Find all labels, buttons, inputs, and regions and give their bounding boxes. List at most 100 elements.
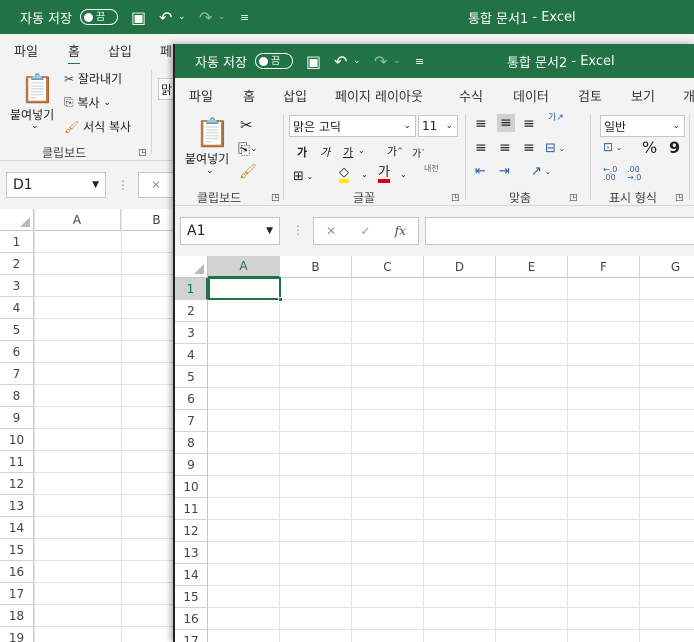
redo-dropdown-icon[interactable]: ⌄ <box>218 0 226 34</box>
row-header[interactable]: 6 <box>175 388 208 410</box>
font-name-select[interactable]: 맑은 고딕 ⌄ <box>289 115 416 137</box>
tab-file[interactable]: 파일 <box>14 41 38 60</box>
row-header[interactable]: 3 <box>0 275 34 297</box>
row-header[interactable]: 13 <box>0 495 34 517</box>
row-header[interactable]: 15 <box>175 586 208 608</box>
autosave-toggle[interactable]: 끔 <box>80 0 118 34</box>
insert-function-icon[interactable]: fx <box>395 224 406 238</box>
font-size-select[interactable]: 11 ⌄ <box>418 115 458 137</box>
row-header[interactable]: 4 <box>0 297 34 319</box>
select-all-corner[interactable] <box>175 256 208 278</box>
row-header[interactable]: 12 <box>175 520 208 542</box>
merge-center-icon[interactable]: ⊟ ⌄ <box>545 141 565 156</box>
tab-review[interactable]: 검토 <box>578 86 602 105</box>
clipboard-launcher-icon[interactable]: ◳ <box>271 193 280 203</box>
tab-page-layout[interactable]: 페 <box>160 41 172 60</box>
paste-dropdown-icon[interactable]: ⌄ <box>206 166 214 176</box>
row-header[interactable]: 16 <box>0 561 34 583</box>
paste-icon[interactable]: 📋 <box>20 72 55 105</box>
enter-icon[interactable]: ✓ <box>360 224 370 238</box>
underline-dropdown-icon[interactable]: ⌄ <box>358 146 365 155</box>
fill-color-icon[interactable]: ◇ <box>339 166 349 183</box>
tab-formulas[interactable]: 수식 <box>459 86 483 105</box>
tab-data[interactable]: 데이터 <box>513 86 549 105</box>
row-header[interactable]: 6 <box>0 341 34 363</box>
copy-icon[interactable]: ⎘ ⌄ <box>238 140 258 158</box>
row-header[interactable]: 11 <box>175 498 208 520</box>
redo-dropdown-icon[interactable]: ⌄ <box>393 44 401 78</box>
paste-dropdown-icon[interactable]: ⌄ <box>31 121 39 131</box>
tab-home[interactable]: 홈 <box>243 86 255 111</box>
select-all-corner[interactable] <box>0 209 34 231</box>
row-header[interactable]: 7 <box>0 363 34 385</box>
scissors-icon[interactable]: ✂ <box>240 116 253 134</box>
row-header[interactable]: 7 <box>175 410 208 432</box>
name-box[interactable]: D1 ▼ <box>6 172 106 198</box>
row-header[interactable]: 12 <box>0 473 34 495</box>
row-header[interactable]: 8 <box>0 385 34 407</box>
front-worksheet-grid[interactable]: ABCDEFG 1 2 3 4 5 6 7 8 9 10 11 12 13 14 15 16 17 <box>175 256 694 642</box>
tab-insert[interactable]: 삽입 <box>283 86 307 105</box>
undo-icon[interactable]: ↶ <box>159 0 172 34</box>
column-header[interactable]: E <box>496 256 568 278</box>
column-header[interactable]: C <box>352 256 424 278</box>
align-center-icon[interactable]: ≡ <box>499 140 511 156</box>
increase-decimal-icon[interactable]: ←.0.00 <box>603 166 617 182</box>
name-box[interactable]: A1 ▼ <box>180 217 280 245</box>
number-launcher-icon[interactable]: ◳ <box>675 193 684 203</box>
align-bottom-icon[interactable]: ≡ <box>523 116 535 132</box>
font-launcher-icon[interactable]: ◳ <box>451 193 460 203</box>
customize-toolbar-icon[interactable]: ≡ <box>240 0 249 34</box>
row-header[interactable]: 4 <box>175 344 208 366</box>
row-header[interactable]: 1 <box>0 231 34 253</box>
redo-icon[interactable]: ↷ <box>199 0 212 34</box>
paste-icon[interactable]: 📋 <box>195 116 230 149</box>
row-header[interactable]: 9 <box>0 407 34 429</box>
row-header[interactable]: 14 <box>0 517 34 539</box>
paintbrush-icon[interactable]: 🖌 <box>239 164 257 180</box>
row-header[interactable]: 5 <box>0 319 34 341</box>
column-header[interactable]: F <box>568 256 640 278</box>
row-header[interactable]: 1 <box>175 278 208 300</box>
clipboard-launcher-icon[interactable]: ◳ <box>138 148 147 158</box>
tab-view[interactable]: 보기 <box>631 86 655 105</box>
customize-toolbar-icon[interactable]: ≡ <box>415 44 424 78</box>
tab-home[interactable]: 홈 <box>68 41 80 66</box>
italic-button[interactable]: 가 <box>320 144 330 160</box>
underline-button[interactable]: 가 <box>343 144 353 160</box>
undo-dropdown-icon[interactable]: ⌄ <box>353 44 361 78</box>
align-right-icon[interactable]: ≡ <box>523 140 535 156</box>
undo-icon[interactable]: ↶ <box>334 44 347 78</box>
row-header[interactable]: 17 <box>175 630 208 642</box>
align-left-icon[interactable]: ≡ <box>475 140 487 156</box>
format-painter-button[interactable]: 🖌 서식 복사 <box>64 118 131 135</box>
row-header[interactable]: 13 <box>175 542 208 564</box>
phonetic-guide-icon[interactable]: 내천 <box>424 164 439 173</box>
column-header[interactable]: G <box>640 256 694 278</box>
tab-file[interactable]: 파일 <box>189 86 213 105</box>
row-header[interactable]: 9 <box>175 454 208 476</box>
tab-page-layout[interactable]: 페이지 레이아웃 <box>335 86 423 105</box>
font-color-dropdown-icon[interactable]: ⌄ <box>400 170 407 179</box>
row-header[interactable]: 8 <box>175 432 208 454</box>
orientation-dropdown-icon[interactable]: ↗ ⌄ <box>531 164 551 179</box>
decrease-decimal-icon[interactable]: .00 →.0 <box>627 166 641 182</box>
autosave-toggle[interactable]: 끔 <box>255 44 293 78</box>
percent-button[interactable]: % <box>642 138 657 157</box>
row-header[interactable]: 17 <box>0 583 34 605</box>
row-header[interactable]: 16 <box>175 608 208 630</box>
row-header[interactable]: 2 <box>175 300 208 322</box>
formula-input[interactable] <box>425 217 694 245</box>
font-color-icon[interactable]: 가 <box>378 166 390 183</box>
column-header[interactable]: A <box>208 256 280 278</box>
row-header[interactable]: 14 <box>175 564 208 586</box>
selected-cell-a1[interactable] <box>208 277 281 300</box>
cancel-icon[interactable]: ✕ <box>326 224 336 238</box>
comma-button[interactable]: 9 <box>669 138 680 157</box>
increase-indent-icon[interactable]: ⇥ <box>499 164 510 179</box>
row-header[interactable]: 10 <box>0 429 34 451</box>
orientation-icon[interactable]: 가↗ <box>548 114 564 123</box>
font-grow-button[interactable]: 가 ^ <box>387 143 403 159</box>
save-icon[interactable]: ▣ <box>306 44 321 78</box>
column-header[interactable]: A <box>34 209 121 231</box>
